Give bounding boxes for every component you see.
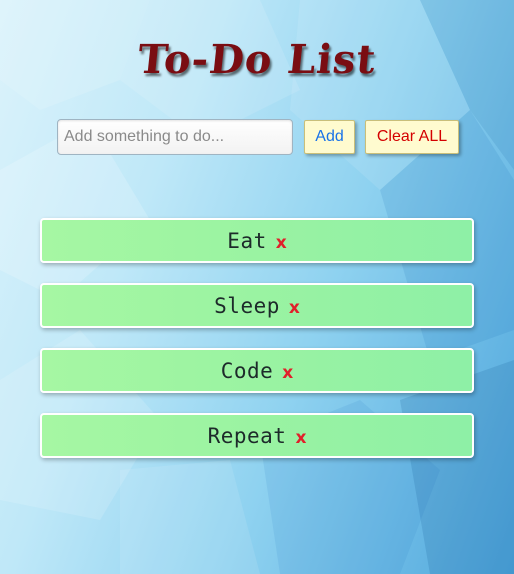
todo-item-text: Eat bbox=[227, 228, 267, 253]
todo-item[interactable]: Sleep x bbox=[40, 283, 474, 328]
page-title: To-Do List bbox=[135, 36, 379, 83]
todo-item-text: Repeat bbox=[207, 423, 287, 448]
todo-item[interactable]: Code x bbox=[40, 348, 474, 393]
todo-app: To-Do List Add Clear ALL Eat x Sleep x C… bbox=[0, 0, 514, 574]
remove-item-icon[interactable]: x bbox=[289, 298, 300, 318]
todo-input[interactable] bbox=[57, 119, 293, 155]
add-button[interactable]: Add bbox=[304, 120, 355, 154]
remove-item-icon[interactable]: x bbox=[295, 428, 306, 448]
todo-item[interactable]: Repeat x bbox=[40, 413, 474, 458]
todo-item-text: Code bbox=[220, 358, 274, 383]
todo-item-text: Sleep bbox=[214, 293, 280, 318]
todo-item[interactable]: Eat x bbox=[40, 218, 474, 263]
remove-item-icon[interactable]: x bbox=[276, 233, 287, 253]
remove-item-icon[interactable]: x bbox=[282, 363, 293, 383]
clear-all-button[interactable]: Clear ALL bbox=[365, 120, 459, 154]
